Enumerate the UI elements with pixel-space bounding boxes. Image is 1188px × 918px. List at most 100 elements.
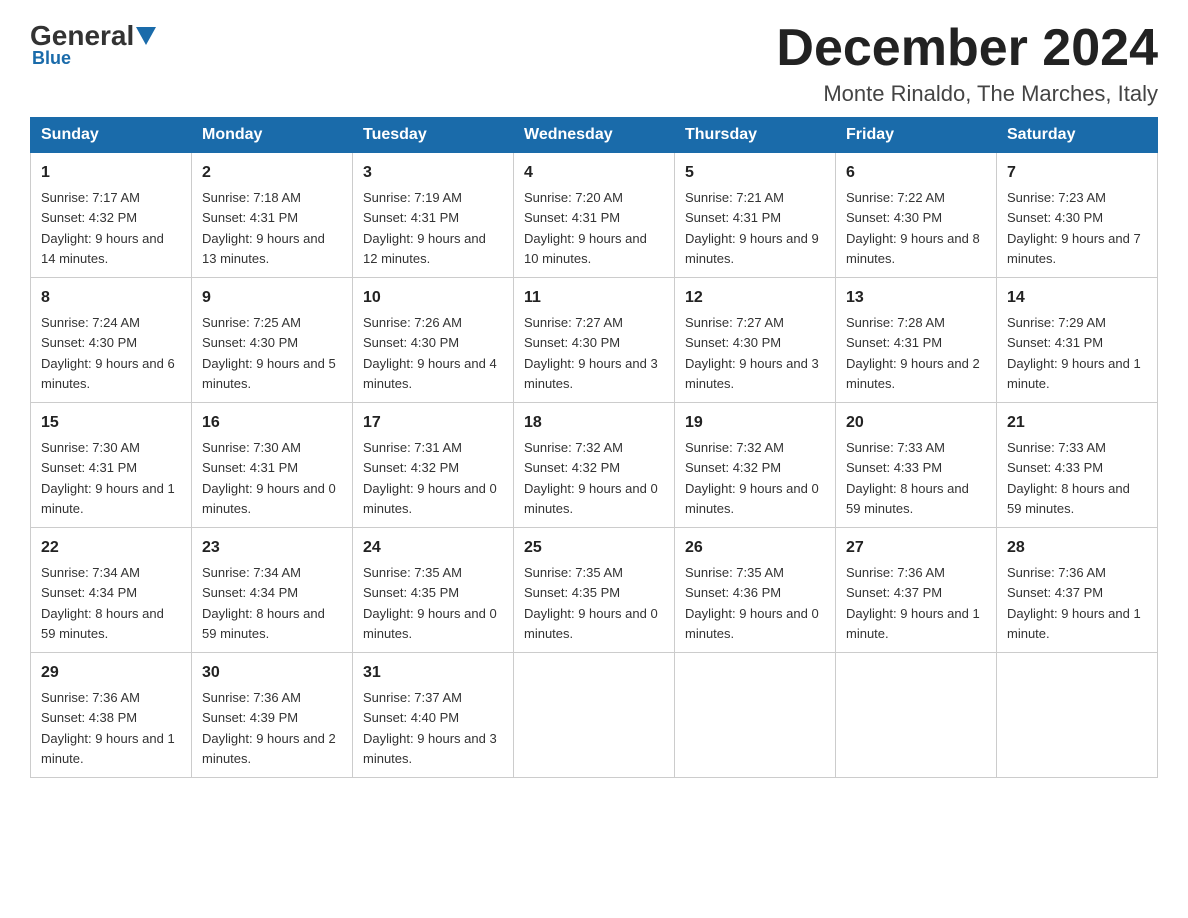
table-row: 13 Sunrise: 7:28 AMSunset: 4:31 PMDayligh… <box>836 278 997 403</box>
calendar-week-row: 8Sunrise: 7:24 AMSunset: 4:30 PMDaylight… <box>31 278 1158 403</box>
day-number: 10 <box>363 286 503 310</box>
table-row: 25 Sunrise: 7:35 AMSunset: 4:35 PMDayligh… <box>514 528 675 653</box>
day-number: 7 <box>1007 161 1147 185</box>
table-row: 3 Sunrise: 7:19 AMSunset: 4:31 PMDaylight… <box>353 153 514 278</box>
day-number: 9 <box>202 286 342 310</box>
day-info: Sunrise: 7:34 AMSunset: 4:34 PMDaylight:… <box>202 565 325 641</box>
day-info: Sunrise: 7:36 AMSunset: 4:39 PMDaylight:… <box>202 690 336 766</box>
day-info: Sunrise: 7:21 AMSunset: 4:31 PMDaylight:… <box>685 190 819 266</box>
table-row: 18 Sunrise: 7:32 AMSunset: 4:32 PMDayligh… <box>514 403 675 528</box>
table-row: 29Sunrise: 7:36 AMSunset: 4:38 PMDayligh… <box>31 653 192 778</box>
header-sunday: Sunday <box>31 118 192 153</box>
day-number: 6 <box>846 161 986 185</box>
table-row <box>997 653 1158 778</box>
day-number: 30 <box>202 661 342 685</box>
table-row: 22 Sunrise: 7:34 AMSunset: 4:34 PMDayligh… <box>31 528 192 653</box>
header-tuesday: Tuesday <box>353 118 514 153</box>
day-info: Sunrise: 7:31 AMSunset: 4:32 PMDaylight:… <box>363 440 497 516</box>
day-number: 18 <box>524 411 664 435</box>
table-row: 7Sunrise: 7:23 AMSunset: 4:30 PMDaylight… <box>997 153 1158 278</box>
month-title: December 2024 <box>776 20 1158 77</box>
table-row: 5 Sunrise: 7:21 AMSunset: 4:31 PMDaylight… <box>675 153 836 278</box>
day-number: 5 <box>685 161 825 185</box>
logo-subtitle: Blue <box>32 48 71 69</box>
day-info: Sunrise: 7:32 AMSunset: 4:32 PMDaylight:… <box>685 440 819 516</box>
day-number: 22 <box>41 536 181 560</box>
table-row: 8Sunrise: 7:24 AMSunset: 4:30 PMDaylight… <box>31 278 192 403</box>
day-info: Sunrise: 7:30 AMSunset: 4:31 PMDaylight:… <box>41 440 175 516</box>
day-number: 21 <box>1007 411 1147 435</box>
day-info: Sunrise: 7:35 AMSunset: 4:35 PMDaylight:… <box>524 565 658 641</box>
day-number: 13 <box>846 286 986 310</box>
day-number: 28 <box>1007 536 1147 560</box>
table-row: 27 Sunrise: 7:36 AMSunset: 4:37 PMDayligh… <box>836 528 997 653</box>
calendar-week-row: 1 Sunrise: 7:17 AMSunset: 4:32 PMDaylight… <box>31 153 1158 278</box>
day-info: Sunrise: 7:36 AMSunset: 4:37 PMDaylight:… <box>1007 565 1141 641</box>
day-number: 1 <box>41 161 181 185</box>
day-number: 27 <box>846 536 986 560</box>
header-thursday: Thursday <box>675 118 836 153</box>
day-info: Sunrise: 7:32 AMSunset: 4:32 PMDaylight:… <box>524 440 658 516</box>
calendar-table: Sunday Monday Tuesday Wednesday Thursday… <box>30 117 1158 778</box>
day-number: 19 <box>685 411 825 435</box>
table-row: 16Sunrise: 7:30 AMSunset: 4:31 PMDayligh… <box>192 403 353 528</box>
day-info: Sunrise: 7:28 AMSunset: 4:31 PMDaylight:… <box>846 315 980 391</box>
table-row: 9Sunrise: 7:25 AMSunset: 4:30 PMDaylight… <box>192 278 353 403</box>
header-monday: Monday <box>192 118 353 153</box>
table-row <box>836 653 997 778</box>
calendar-week-row: 15 Sunrise: 7:30 AMSunset: 4:31 PMDayligh… <box>31 403 1158 528</box>
day-number: 24 <box>363 536 503 560</box>
day-number: 16 <box>202 411 342 435</box>
table-row: 10 Sunrise: 7:26 AMSunset: 4:30 PMDayligh… <box>353 278 514 403</box>
header-friday: Friday <box>836 118 997 153</box>
logo: General Blue <box>30 20 158 69</box>
day-info: Sunrise: 7:22 AMSunset: 4:30 PMDaylight:… <box>846 190 980 266</box>
day-number: 2 <box>202 161 342 185</box>
day-number: 14 <box>1007 286 1147 310</box>
day-number: 20 <box>846 411 986 435</box>
table-row: 6 Sunrise: 7:22 AMSunset: 4:30 PMDaylight… <box>836 153 997 278</box>
table-row: 17 Sunrise: 7:31 AMSunset: 4:32 PMDayligh… <box>353 403 514 528</box>
day-number: 11 <box>524 286 664 310</box>
table-row <box>675 653 836 778</box>
table-row: 11 Sunrise: 7:27 AMSunset: 4:30 PMDayligh… <box>514 278 675 403</box>
day-info: Sunrise: 7:24 AMSunset: 4:30 PMDaylight:… <box>41 315 175 391</box>
day-info: Sunrise: 7:26 AMSunset: 4:30 PMDaylight:… <box>363 315 497 391</box>
table-row: 30 Sunrise: 7:36 AMSunset: 4:39 PMDayligh… <box>192 653 353 778</box>
day-info: Sunrise: 7:20 AMSunset: 4:31 PMDaylight:… <box>524 190 647 266</box>
day-info: Sunrise: 7:36 AMSunset: 4:37 PMDaylight:… <box>846 565 980 641</box>
day-number: 15 <box>41 411 181 435</box>
table-row: 14 Sunrise: 7:29 AMSunset: 4:31 PMDayligh… <box>997 278 1158 403</box>
day-number: 25 <box>524 536 664 560</box>
day-number: 23 <box>202 536 342 560</box>
day-number: 31 <box>363 661 503 685</box>
table-row <box>514 653 675 778</box>
day-info: Sunrise: 7:35 AMSunset: 4:36 PMDaylight:… <box>685 565 819 641</box>
day-number: 29 <box>41 661 181 685</box>
logo-blue-text <box>134 27 158 45</box>
table-row: 12Sunrise: 7:27 AMSunset: 4:30 PMDayligh… <box>675 278 836 403</box>
day-info: Sunrise: 7:29 AMSunset: 4:31 PMDaylight:… <box>1007 315 1141 391</box>
day-info: Sunrise: 7:27 AMSunset: 4:30 PMDaylight:… <box>524 315 658 391</box>
table-row: 20 Sunrise: 7:33 AMSunset: 4:33 PMDayligh… <box>836 403 997 528</box>
table-row: 23 Sunrise: 7:34 AMSunset: 4:34 PMDayligh… <box>192 528 353 653</box>
day-info: Sunrise: 7:27 AMSunset: 4:30 PMDaylight:… <box>685 315 819 391</box>
day-info: Sunrise: 7:34 AMSunset: 4:34 PMDaylight:… <box>41 565 164 641</box>
day-info: Sunrise: 7:35 AMSunset: 4:35 PMDaylight:… <box>363 565 497 641</box>
calendar-week-row: 22 Sunrise: 7:34 AMSunset: 4:34 PMDayligh… <box>31 528 1158 653</box>
header-saturday: Saturday <box>997 118 1158 153</box>
day-info: Sunrise: 7:18 AMSunset: 4:31 PMDaylight:… <box>202 190 325 266</box>
day-info: Sunrise: 7:37 AMSunset: 4:40 PMDaylight:… <box>363 690 497 766</box>
header-wednesday: Wednesday <box>514 118 675 153</box>
day-number: 17 <box>363 411 503 435</box>
day-number: 3 <box>363 161 503 185</box>
table-row: 28 Sunrise: 7:36 AMSunset: 4:37 PMDayligh… <box>997 528 1158 653</box>
day-number: 26 <box>685 536 825 560</box>
day-info: Sunrise: 7:19 AMSunset: 4:31 PMDaylight:… <box>363 190 486 266</box>
day-number: 4 <box>524 161 664 185</box>
title-area: December 2024 Monte Rinaldo, The Marches… <box>776 20 1158 107</box>
table-row: 2 Sunrise: 7:18 AMSunset: 4:31 PMDaylight… <box>192 153 353 278</box>
table-row: 15 Sunrise: 7:30 AMSunset: 4:31 PMDayligh… <box>31 403 192 528</box>
day-info: Sunrise: 7:33 AMSunset: 4:33 PMDaylight:… <box>846 440 969 516</box>
day-info: Sunrise: 7:17 AMSunset: 4:32 PMDaylight:… <box>41 190 164 266</box>
